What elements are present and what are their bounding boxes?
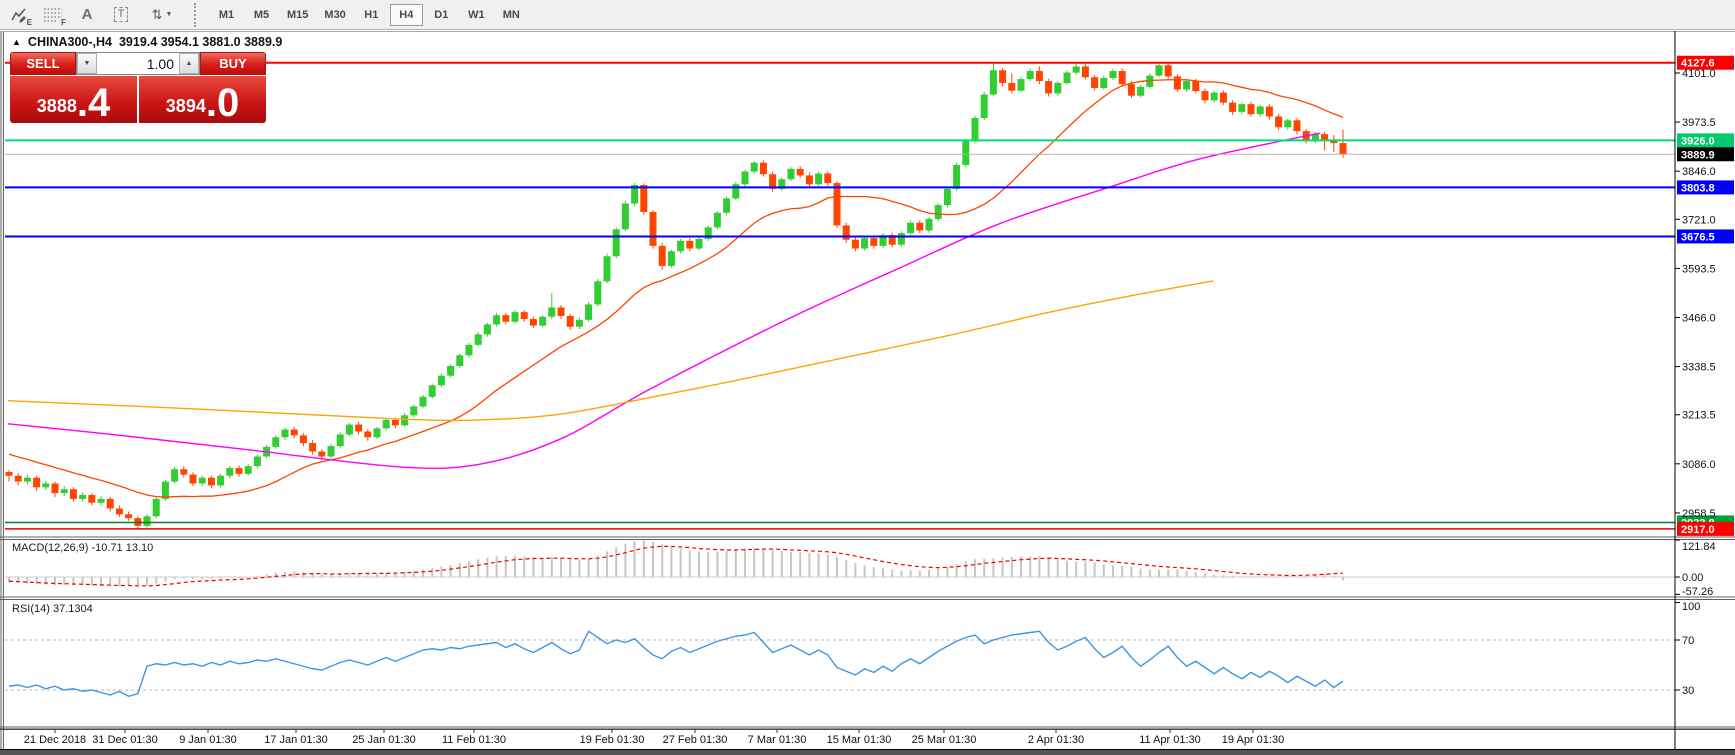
svg-text:27 Feb 01:30: 27 Feb 01:30 [663, 734, 728, 746]
chart-canvas[interactable]: 4127.63926.03889.93803.83676.52933.82917… [0, 31, 1735, 755]
svg-text:3803.8: 3803.8 [1681, 182, 1715, 194]
svg-text:11 Apr 01:30: 11 Apr 01:30 [1139, 734, 1201, 746]
buy-button[interactable]: BUY [200, 52, 266, 75]
svg-text:7 Mar 01:30: 7 Mar 01:30 [748, 734, 807, 746]
icon-subscript: E [27, 18, 32, 27]
svg-text:-57.26: -57.26 [1682, 586, 1713, 598]
dropdown-caret-icon: ▼ [165, 11, 172, 18]
text-label-icon[interactable]: T [106, 3, 136, 27]
timeframe-m1-button[interactable]: M1 [210, 4, 243, 26]
svg-text:3676.5: 3676.5 [1681, 231, 1715, 243]
svg-text:3846.0: 3846.0 [1682, 166, 1716, 178]
icon-subscript: F [61, 18, 66, 27]
sell-button[interactable]: SELL [10, 52, 76, 75]
svg-text:121.84: 121.84 [1682, 541, 1716, 553]
timeframe-d1-button[interactable]: D1 [425, 4, 458, 26]
svg-text:3466.0: 3466.0 [1682, 313, 1716, 325]
svg-text:70: 70 [1682, 635, 1694, 647]
svg-text:31 Dec 01:30: 31 Dec 01:30 [92, 734, 157, 746]
chart-title: ▲ CHINA300-,H4 3919.4 3954.1 3881.0 3889… [12, 35, 282, 49]
svg-text:4101.0: 4101.0 [1682, 68, 1716, 80]
timeframe-m15-button[interactable]: M15 [280, 4, 315, 26]
sell-price-int: 3888 [37, 97, 77, 115]
svg-text:3926.0: 3926.0 [1681, 135, 1715, 147]
timeframe-h1-button[interactable]: H1 [355, 4, 388, 26]
timeframe-m30-button[interactable]: M30 [317, 4, 352, 26]
svg-text:2958.5: 2958.5 [1682, 508, 1716, 520]
svg-text:21 Dec 2018: 21 Dec 2018 [24, 734, 86, 746]
volume-decrease-button[interactable]: ▼ [77, 53, 97, 74]
svg-text:17 Jan 01:30: 17 Jan 01:30 [264, 734, 328, 746]
collapse-panel-arrow-icon[interactable]: ▲ [12, 37, 21, 47]
volume-increase-button[interactable]: ▲ [179, 53, 199, 74]
svg-text:2 Apr 01:30: 2 Apr 01:30 [1028, 734, 1084, 746]
svg-text:30: 30 [1682, 685, 1694, 697]
svg-text:19 Apr 01:30: 19 Apr 01:30 [1222, 734, 1284, 746]
text-a-icon[interactable]: A [72, 3, 102, 27]
svg-text:19 Feb 01:30: 19 Feb 01:30 [580, 734, 645, 746]
svg-text:9 Jan 01:30: 9 Jan 01:30 [179, 734, 237, 746]
toolbar-separator [194, 3, 201, 27]
timeframe-m5-button[interactable]: M5 [245, 4, 278, 26]
ohlc-values: 3919.4 3954.1 3881.0 3889.9 [119, 35, 282, 49]
sell-price-frac: .4 [77, 87, 110, 120]
arrange-arrows-icon[interactable]: ⇅ ▼ [140, 3, 184, 27]
indicator-pencil-icon[interactable]: E [4, 3, 34, 27]
svg-text:3338.5: 3338.5 [1682, 362, 1716, 374]
buy-price-int: 3894 [166, 97, 206, 115]
svg-text:25 Jan 01:30: 25 Jan 01:30 [352, 734, 416, 746]
macd-indicator-label: MACD(12,26,9) -10.71 13.10 [12, 542, 153, 554]
svg-text:3086.0: 3086.0 [1682, 459, 1716, 471]
rsi-indicator-label: RSI(14) 37.1304 [12, 603, 93, 615]
one-click-trading-panel: SELL ▼ ▲ BUY 3888.4 3894.0 [10, 52, 266, 123]
volume-spinner: ▼ ▲ [76, 52, 200, 75]
svg-text:25 Mar 01:30: 25 Mar 01:30 [912, 734, 977, 746]
grid-icon[interactable]: F [38, 3, 68, 27]
svg-text:3721.0: 3721.0 [1682, 214, 1716, 226]
svg-text:15 Mar 01:30: 15 Mar 01:30 [827, 734, 892, 746]
svg-text:3889.9: 3889.9 [1681, 149, 1715, 161]
toolbar: E F A T ⇅ ▼ M1 M5 M15 M30 H1 H4 D1 W1 MN [0, 0, 1735, 30]
svg-text:3593.5: 3593.5 [1682, 263, 1716, 275]
timeframe-w1-button[interactable]: W1 [460, 4, 493, 26]
timeframe-mn-button[interactable]: MN [495, 4, 528, 26]
timeframe-h4-button[interactable]: H4 [390, 4, 423, 26]
sell-price-display[interactable]: 3888.4 [10, 76, 137, 123]
symbol-period-label: CHINA300-,H4 [28, 35, 112, 49]
svg-text:0.00: 0.00 [1682, 572, 1703, 584]
buy-price-display[interactable]: 3894.0 [139, 76, 266, 123]
svg-text:2917.0: 2917.0 [1681, 524, 1715, 536]
volume-input[interactable] [97, 53, 179, 74]
svg-text:3213.5: 3213.5 [1682, 410, 1716, 422]
svg-text:11 Feb 01:30: 11 Feb 01:30 [442, 734, 506, 746]
svg-text:100: 100 [1682, 601, 1700, 613]
svg-text:3973.5: 3973.5 [1682, 117, 1716, 129]
buy-price-frac: .0 [206, 87, 239, 120]
